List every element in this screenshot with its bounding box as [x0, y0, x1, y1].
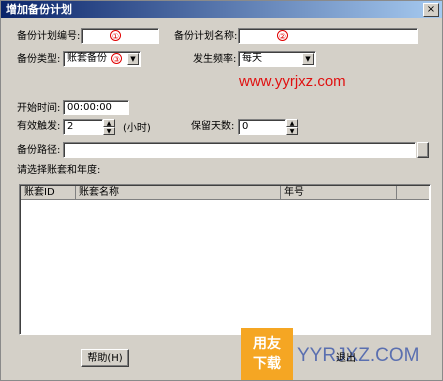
- window-title: 增加备份计划: [6, 3, 72, 16]
- backup-type-label: 备份类型:: [17, 54, 61, 65]
- list-caption: 请选择账套和年度:: [17, 165, 101, 176]
- marker-3: ③: [111, 53, 122, 64]
- title-bar: 增加备份计划 ×: [1, 1, 442, 18]
- logo-line-2: 下载: [253, 356, 281, 372]
- frequency-label: 发生频率:: [193, 54, 237, 65]
- exit-button[interactable]: 退出: [331, 349, 361, 367]
- retain-days-value: 0: [242, 121, 249, 132]
- chevron-down-icon[interactable]: ▼: [302, 53, 314, 65]
- trigger-label: 有效触发:: [17, 121, 61, 132]
- column-header-account-id[interactable]: 账套ID: [21, 186, 76, 200]
- help-button[interactable]: 帮助(H): [81, 349, 129, 367]
- plan-name-label: 备份计划名称:: [174, 31, 238, 42]
- backup-type-value: 账套备份: [67, 53, 107, 64]
- spin-down-icon[interactable]: ▼: [286, 127, 298, 135]
- spin-up-icon[interactable]: ▲: [286, 119, 298, 127]
- trigger-input[interactable]: 2: [63, 119, 103, 135]
- retain-days-spinner[interactable]: ▲ ▼: [286, 119, 298, 135]
- start-time-value: 00:00:00: [67, 102, 112, 113]
- frequency-select[interactable]: 每天 ▼: [238, 51, 316, 67]
- marker-1: ①: [110, 30, 121, 41]
- backup-path-input[interactable]: [63, 142, 416, 158]
- add-backup-plan-dialog: 增加备份计划 × 备份计划编号: ① 备份计划名称: ② 备份类型: 账套备份 …: [0, 0, 443, 381]
- chevron-down-icon[interactable]: ▼: [127, 53, 139, 65]
- trigger-spinner[interactable]: ▲ ▼: [103, 119, 115, 135]
- trigger-value: 2: [67, 121, 74, 132]
- logo-line-1: 用友: [253, 336, 281, 352]
- plan-code-label: 备份计划编号:: [17, 31, 81, 42]
- marker-2: ②: [277, 30, 288, 41]
- start-time-input[interactable]: 00:00:00: [63, 100, 129, 115]
- browse-button[interactable]: [417, 142, 429, 158]
- column-header-account-name[interactable]: 账套名称: [76, 186, 281, 200]
- start-time-label: 开始时间:: [17, 103, 61, 114]
- frequency-value: 每天: [242, 53, 262, 64]
- retain-days-label: 保留天数:: [191, 121, 235, 132]
- close-button[interactable]: ×: [423, 3, 439, 17]
- retain-days-input[interactable]: 0: [238, 119, 286, 135]
- watermark-url: www.yyrjxz.com: [239, 73, 346, 90]
- trigger-unit: (小时): [123, 123, 151, 134]
- column-header-filler: [397, 186, 429, 200]
- spin-up-icon[interactable]: ▲: [103, 119, 115, 127]
- backup-path-label: 备份路径:: [17, 145, 61, 156]
- column-header-year[interactable]: 年号: [281, 186, 397, 200]
- spin-down-icon[interactable]: ▼: [103, 127, 115, 135]
- plan-code-input[interactable]: ①: [81, 28, 159, 44]
- account-year-table[interactable]: 账套ID 账套名称 年号: [19, 184, 431, 335]
- site-logo: 用友 下载: [241, 328, 293, 380]
- backup-type-select[interactable]: 账套备份 ③ ▼: [63, 51, 141, 67]
- plan-name-input[interactable]: ②: [238, 28, 418, 44]
